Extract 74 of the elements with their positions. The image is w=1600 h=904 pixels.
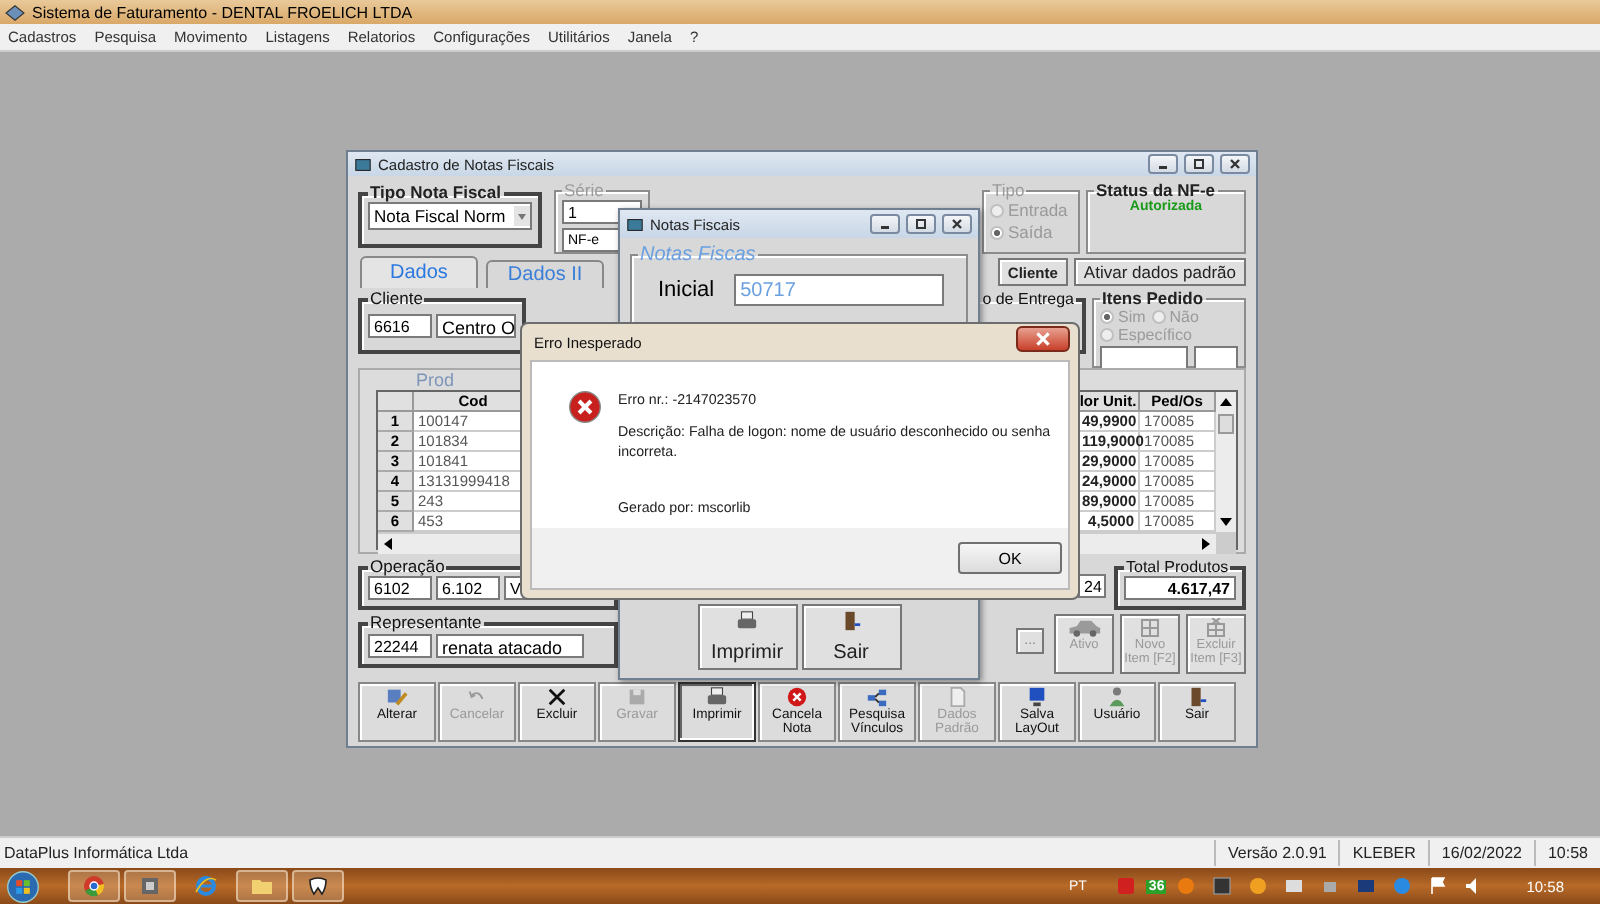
tooth-icon xyxy=(306,874,330,898)
start-button[interactable] xyxy=(6,869,40,903)
ok-button[interactable]: OK xyxy=(958,542,1062,574)
window-icon xyxy=(626,215,644,233)
status-cell: 16/02/2022 xyxy=(1427,840,1534,866)
close-icon xyxy=(1036,331,1050,345)
group-label: Série xyxy=(562,182,606,200)
monitor-icon xyxy=(1026,686,1048,708)
group-label: Operação xyxy=(368,558,447,576)
field-label: Inicial xyxy=(658,278,715,302)
cancel-icon xyxy=(786,686,808,708)
window-title: Sistema de Faturamento - DENTAL FROELICH LTDA xyxy=(32,3,413,21)
group-label: Notas Fiscas xyxy=(638,244,758,266)
rep-code-field[interactable]: 22244 xyxy=(368,633,432,657)
group-label: Tipo Nota Fiscal xyxy=(368,184,503,202)
network-icon xyxy=(866,686,888,708)
scroll-thumb[interactable] xyxy=(1218,414,1234,434)
operation-code-field[interactable]: 6.102 xyxy=(436,576,500,600)
close-button[interactable] xyxy=(1016,325,1070,351)
group-label: Status da NF-e xyxy=(1094,182,1218,200)
chrome-icon xyxy=(82,874,106,898)
close-button[interactable] xyxy=(942,214,972,234)
status-cell: KLEBER xyxy=(1338,840,1428,866)
window-icon xyxy=(354,155,372,173)
client-code-field[interactable]: 6616 xyxy=(368,314,432,338)
group-label: Cliente xyxy=(368,290,425,308)
minimize-button[interactable] xyxy=(870,214,900,234)
tray-icon[interactable] xyxy=(1356,876,1377,896)
dialog-button[interactable]: Imprimir xyxy=(697,604,797,670)
taskbar-app[interactable] xyxy=(292,870,344,902)
status-cell-text: DataPlus Informática Ltda xyxy=(2,842,191,866)
door-icon xyxy=(1186,686,1208,708)
folder-icon xyxy=(250,874,274,898)
minimize-button[interactable] xyxy=(1148,154,1178,174)
vertical-scrollbar[interactable] xyxy=(1216,392,1236,532)
form-button[interactable]: Ativar dados padrão xyxy=(1073,258,1246,286)
panel-title: Prod xyxy=(416,370,455,390)
dialog-button[interactable]: Sair xyxy=(801,604,901,670)
grid-corner xyxy=(378,392,414,412)
cfop-field[interactable]: 6102 xyxy=(368,576,432,600)
group-label: Total Produtos xyxy=(1124,558,1231,576)
group-label: Itens Pedido xyxy=(1100,290,1206,308)
car-icon xyxy=(1066,618,1102,638)
flag-icon[interactable] xyxy=(1428,876,1449,896)
status-cell: Versão 2.0.91 xyxy=(1213,840,1339,866)
document-icon xyxy=(946,686,968,708)
group-label: Tipo xyxy=(990,182,1027,200)
tray-icon[interactable] xyxy=(1248,876,1269,896)
maximize-button[interactable] xyxy=(906,214,936,234)
tray-icon[interactable] xyxy=(1320,876,1341,896)
caret-icon xyxy=(514,206,530,226)
text-field[interactable]: 24 xyxy=(1078,574,1106,598)
printer-icon xyxy=(706,686,728,708)
type-dropdown[interactable]: Nota Fiscal Norm xyxy=(368,202,532,230)
app-icon xyxy=(138,874,162,898)
group-label: o de Entrega xyxy=(980,290,1076,308)
tray-icon[interactable] xyxy=(1284,876,1305,896)
door-icon xyxy=(840,610,862,633)
close-button[interactable] xyxy=(1220,154,1250,174)
total-field: 4.617,47 xyxy=(1124,576,1236,600)
maximize-button[interactable] xyxy=(1184,154,1214,174)
group-label: Representante xyxy=(368,614,484,632)
browser-icon xyxy=(194,874,218,898)
error-icon xyxy=(568,390,602,424)
tray-icon[interactable] xyxy=(1212,876,1233,896)
client-name-field[interactable]: Centro O xyxy=(436,314,516,338)
person-icon xyxy=(1106,686,1128,708)
printer-icon xyxy=(736,610,758,633)
pencil-icon xyxy=(386,686,408,708)
text-field[interactable] xyxy=(1100,346,1188,370)
text-field[interactable] xyxy=(1194,346,1238,370)
rep-name-field[interactable]: renata atacado xyxy=(436,633,584,657)
status-cell: 10:58 xyxy=(1533,840,1600,866)
x-icon xyxy=(546,686,568,708)
